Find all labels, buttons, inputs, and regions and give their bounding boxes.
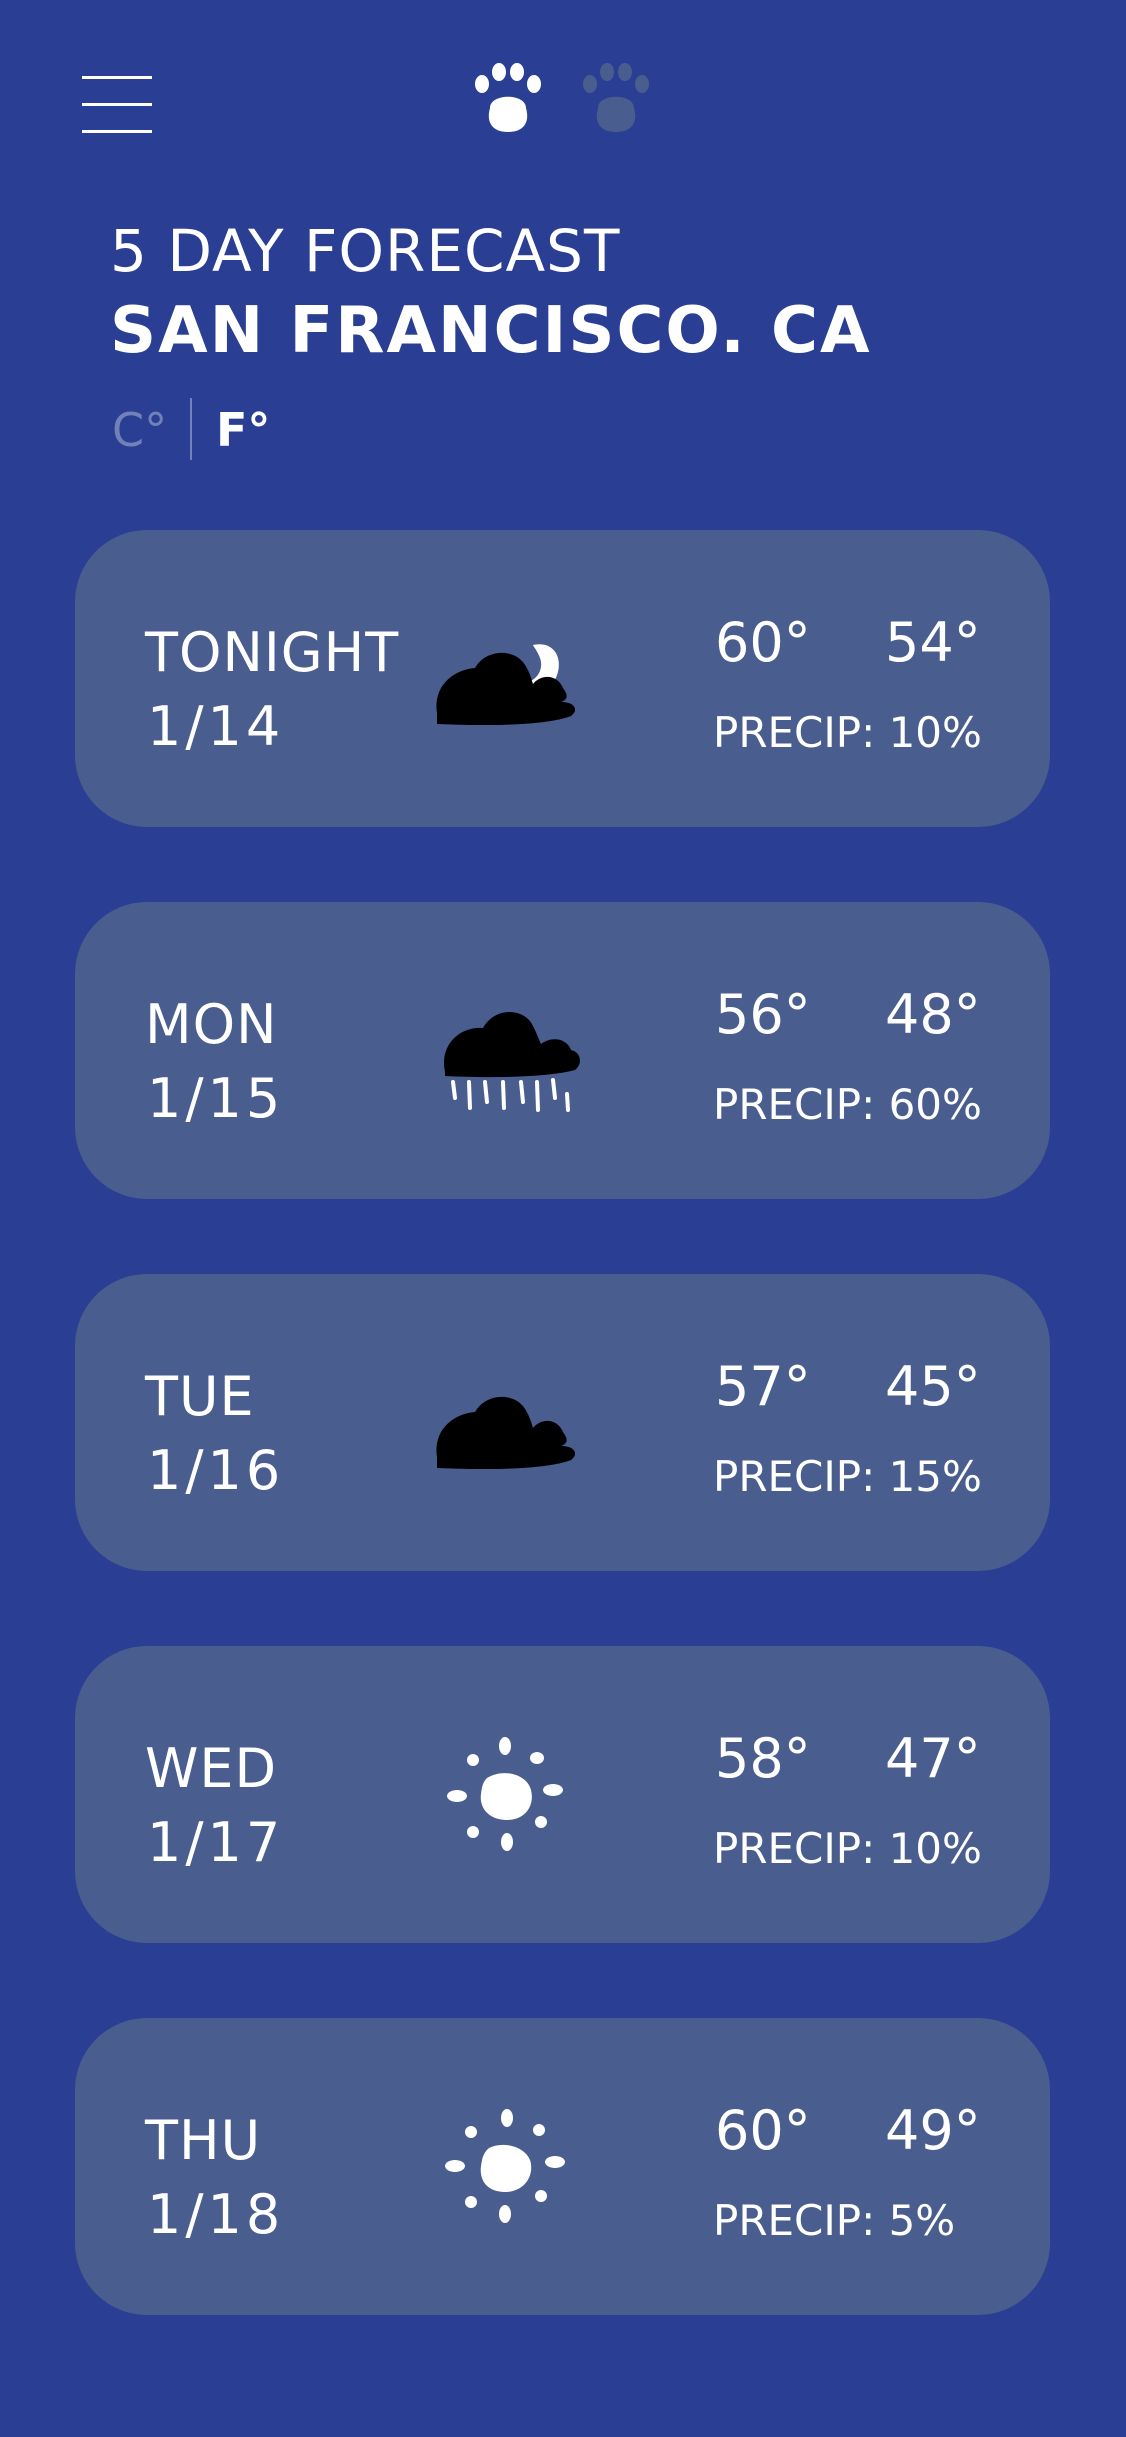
weather-screen: 5 DAY FORECAST SAN FRANCISCO. CA C° F° T…	[0, 0, 1126, 2437]
forecast-date: 1/18	[147, 2183, 285, 2246]
precip-chance: PRECIP: 15%	[713, 1452, 982, 1501]
celsius-toggle[interactable]: C°	[112, 402, 167, 458]
unit-divider	[190, 398, 192, 460]
hamburger-menu-icon[interactable]	[82, 76, 152, 134]
unit-toggle: C° F°	[112, 398, 312, 464]
low-temp: 47°	[885, 1727, 981, 1790]
cloud-icon	[425, 1354, 585, 1494]
page-subtitle: 5 DAY FORECAST	[110, 217, 621, 285]
forecast-day: WED	[145, 1737, 278, 1800]
low-temp: 54°	[885, 611, 981, 674]
menu-line	[82, 76, 152, 79]
high-temp: 60°	[715, 611, 811, 674]
forecast-card-tue[interactable]: TUE 1/16 57° 45° PRECIP: 15%	[75, 1274, 1050, 1571]
forecast-card-tonight[interactable]: TONIGHT 1/14 60° 54° PRECIP: 10%	[75, 530, 1050, 827]
menu-line	[82, 103, 152, 106]
forecast-card-mon[interactable]: MON 1/15 56° 48° PRECIP: 60%	[75, 902, 1050, 1199]
high-temp: 57°	[715, 1355, 811, 1418]
rain-cloud-icon	[443, 1012, 580, 1112]
forecast-day: TUE	[145, 1365, 255, 1428]
fahrenheit-toggle[interactable]: F°	[216, 402, 270, 458]
low-temp: 49°	[885, 2099, 981, 2162]
menu-line	[82, 130, 152, 133]
forecast-day: MON	[145, 993, 278, 1056]
paw-icon[interactable]	[576, 60, 656, 140]
precip-chance: PRECIP: 5%	[713, 2196, 956, 2245]
precip-chance: PRECIP: 10%	[713, 708, 982, 757]
sun-icon	[447, 1737, 563, 1851]
high-temp: 56°	[715, 983, 811, 1046]
low-temp: 45°	[885, 1355, 981, 1418]
forecast-date: 1/16	[147, 1439, 285, 1502]
forecast-day: TONIGHT	[145, 621, 400, 684]
forecast-card-thu[interactable]: THU 1/18 60° 49° PRECIP: 5%	[75, 2018, 1050, 2315]
forecast-date: 1/15	[147, 1067, 285, 1130]
precip-chance: PRECIP: 10%	[713, 1824, 982, 1873]
low-temp: 48°	[885, 983, 981, 1046]
city-title: SAN FRANCISCO. CA	[110, 294, 872, 368]
forecast-date: 1/17	[147, 1811, 285, 1874]
forecast-card-wed[interactable]: WED 1/17 58° 47° PRECIP: 10%	[75, 1646, 1050, 1943]
paw-icon[interactable]	[468, 60, 548, 140]
sun-icon	[445, 2109, 565, 2223]
forecast-day: THU	[145, 2109, 262, 2172]
partly-cloudy-night-icon	[425, 644, 585, 750]
precip-chance: PRECIP: 60%	[713, 1080, 982, 1129]
page-header: 5 DAY FORECAST SAN FRANCISCO. CA	[110, 215, 1010, 371]
high-temp: 60°	[715, 2099, 811, 2162]
high-temp: 58°	[715, 1727, 811, 1790]
forecast-date: 1/14	[147, 695, 285, 758]
page-indicator	[468, 60, 658, 140]
